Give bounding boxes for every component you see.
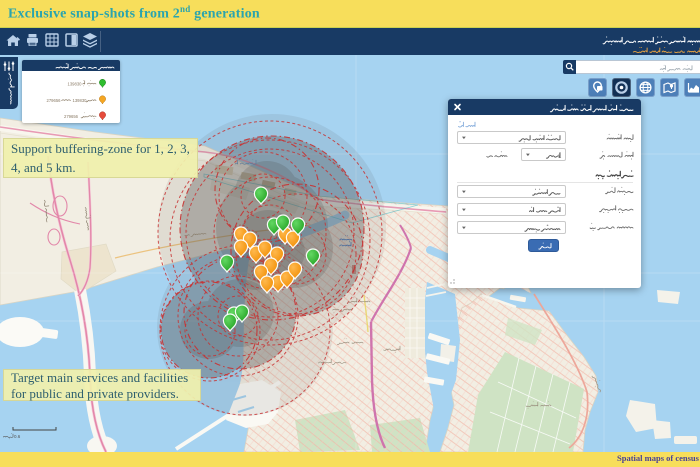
svg-text:139830: 139830: [68, 82, 83, 87]
svg-text:1: 1: [558, 154, 562, 160]
svg-text:279656: 279656: [47, 98, 62, 103]
svg-text:0.6: 0.6: [14, 434, 21, 439]
svg-text:139830: 139830: [73, 98, 88, 103]
svg-text:279656: 279656: [64, 114, 79, 119]
